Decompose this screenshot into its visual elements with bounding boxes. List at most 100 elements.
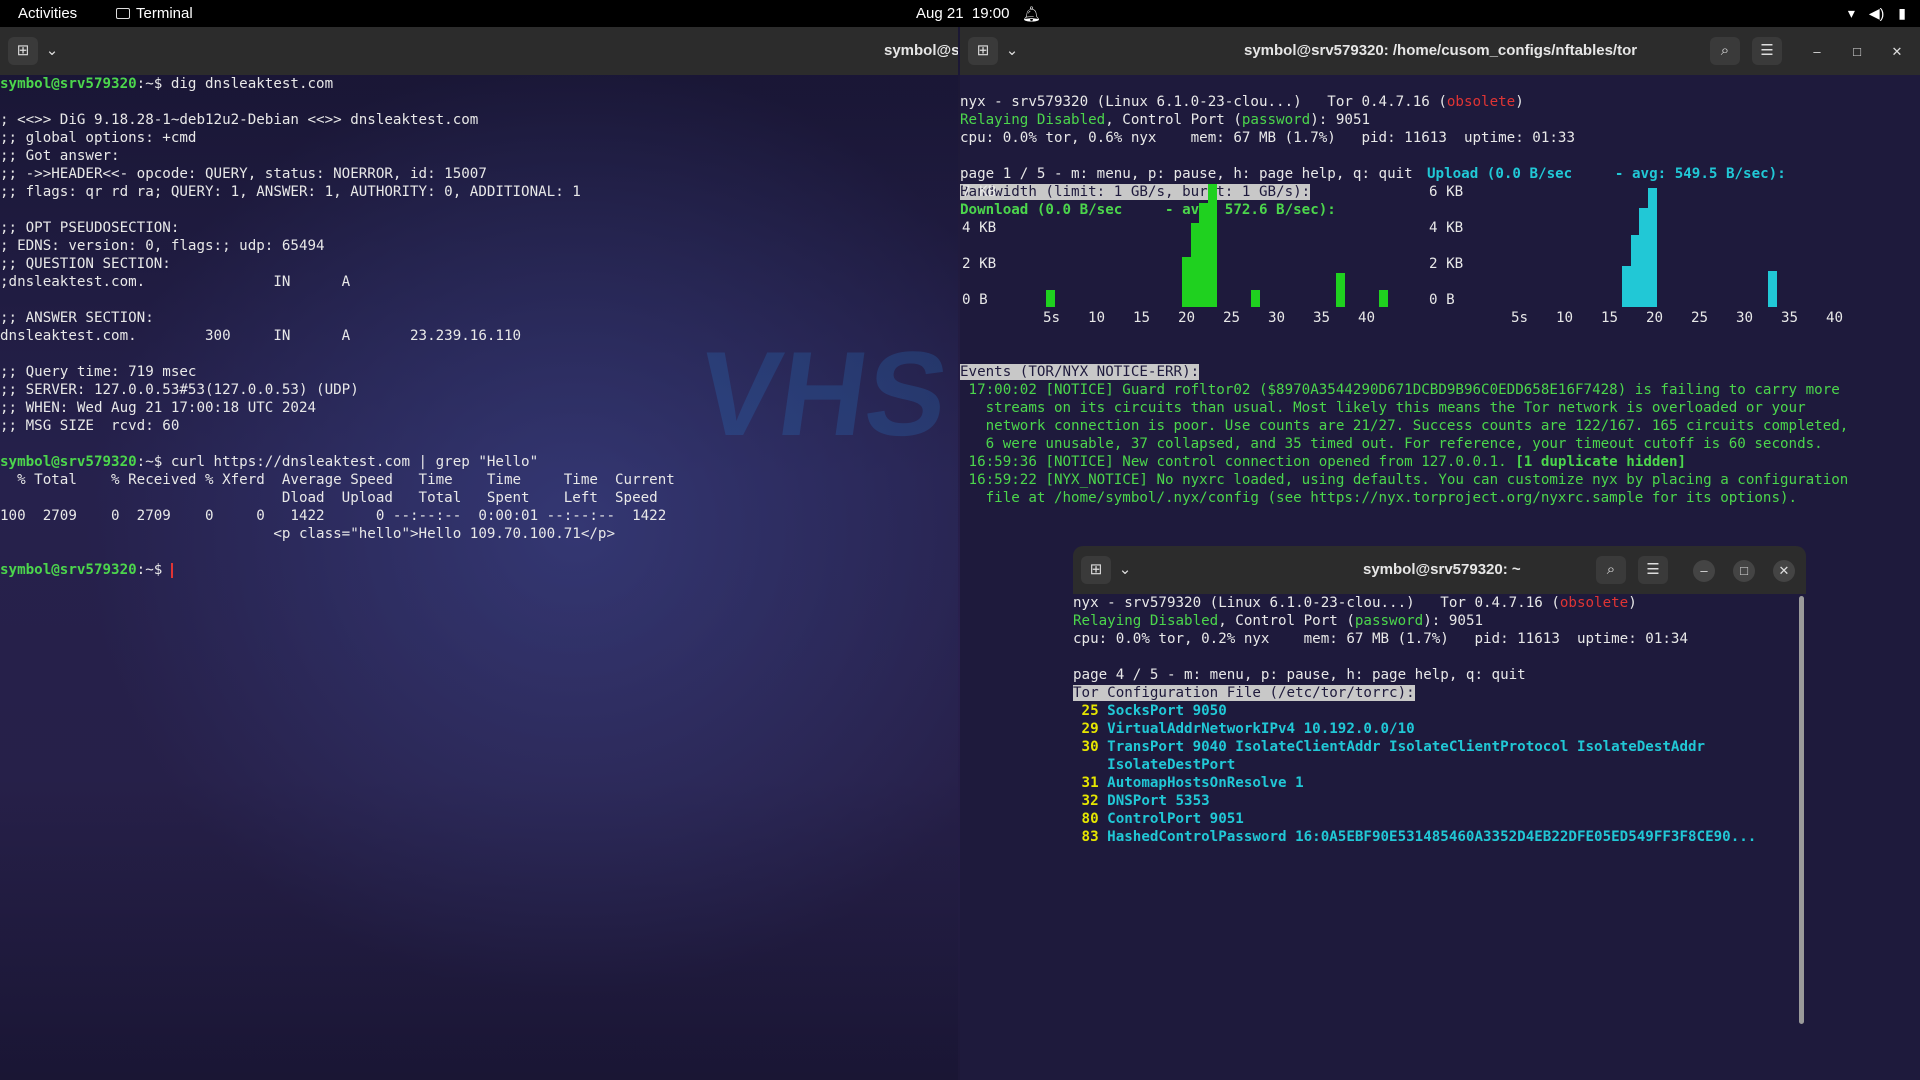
new-tab-button[interactable]: ⊞ — [1081, 556, 1111, 584]
config-line-number: 25 — [1073, 703, 1099, 719]
x-axis-label: 30 — [1268, 310, 1286, 326]
terminal-line: ;; WHEN: Wed Aug 21 17:00:18 UTC 2024 — [0, 399, 675, 417]
nyx-output: nyx - srv579320 (Linux 6.1.0-23-clou...)… — [960, 94, 1575, 218]
window-title: symbol@srv579320: /home/cusom_configs/nf… — [1244, 42, 1638, 59]
bandwidth-bar — [1207, 184, 1217, 307]
wifi-icon: ▾ — [1847, 5, 1855, 21]
download-label: Download (0.0 B/sec - avg: 572.6 B/sec): — [960, 202, 1336, 218]
config-line-number: 31 — [1073, 775, 1099, 791]
output-text: ;dnsleaktest.com. IN A — [0, 274, 351, 290]
maximize-icon[interactable]: □ — [1846, 41, 1868, 63]
search-icon[interactable]: ⌕ — [1710, 37, 1740, 65]
nyx-config-output: nyx - srv579320 (Linux 6.1.0-23-clou...)… — [1073, 594, 1756, 846]
floating-terminal-header: ⊞ ⌄ symbol@srv579320: ~ ⌕ ☰ – □ ✕ — [1073, 546, 1806, 594]
terminal-line: ;; Query time: 719 msec — [0, 363, 675, 381]
y-axis-label: 4 KB — [962, 220, 997, 236]
config-line-number: 83 — [1073, 829, 1099, 845]
page-line: page 4 / 5 - m: menu, p: pause, h: page … — [1073, 667, 1526, 683]
bell-icon[interactable]: 🔔︎ — [1022, 5, 1041, 23]
output-text: ;; global options: +cmd — [0, 130, 197, 146]
bandwidth-header: Bandwidth (limit: 1 GB/s, burst: 1 GB/s)… — [960, 184, 1311, 200]
config-entry: DNSPort 5353 — [1107, 793, 1210, 809]
y-axis-label: 7 KB — [962, 184, 997, 200]
obsolete-badge: obsolete — [1559, 595, 1629, 611]
terminal-line: ; EDNS: version: 0, flags:; udp: 65494 — [0, 237, 675, 255]
app-indicator-terminal[interactable]: Terminal — [116, 5, 193, 22]
terminal-line: % Total % Received % Xferd Average Speed… — [0, 471, 675, 489]
config-line-number: 30 — [1073, 739, 1099, 755]
floating-terminal-body[interactable]: nyx - srv579320 (Linux 6.1.0-23-clou...)… — [1073, 594, 1806, 1026]
clock[interactable]: Aug 21 19:00 — [916, 5, 1009, 22]
system-tray[interactable]: ▾ ◀) ▮ — [1848, 5, 1906, 22]
config-entry: SocksPort 9050 — [1107, 703, 1227, 719]
command-text: :~$ curl https://dnsleaktest.com | grep … — [136, 454, 539, 470]
cpu-line: cpu: 0.0% tor, 0.6% nyx mem: 67 MB (1.7%… — [960, 130, 1575, 146]
x-axis-label: 15 — [1601, 310, 1619, 326]
terminal-line: dnsleaktest.com. 300 IN A 23.239.16.110 — [0, 327, 675, 345]
x-axis-label: 40 — [1358, 310, 1376, 326]
terminal-line: symbol@srv579320:~$ dig dnsleaktest.com — [0, 75, 675, 93]
chevron-down-icon[interactable]: ⌄ — [40, 37, 64, 65]
maximize-icon[interactable]: □ — [1733, 560, 1755, 582]
page-line: page 1 / 5 - m: menu, p: pause, h: page … — [960, 166, 1413, 182]
scrollbar[interactable] — [1799, 596, 1804, 1024]
menu-icon[interactable]: ☰ — [1638, 556, 1668, 584]
output-text: ;; OPT PSEUDOSECTION: — [0, 220, 180, 236]
events-header: Events (TOR/NYX NOTICE-ERR): — [960, 364, 1200, 380]
bandwidth-bar — [1336, 273, 1346, 307]
close-icon[interactable]: ✕ — [1886, 41, 1908, 63]
minimize-icon[interactable]: – — [1806, 41, 1828, 63]
x-axis-label: 35 — [1313, 310, 1331, 326]
left-terminal-header: ⊞ ⌄ symbol@srv579320: ~ — [0, 27, 958, 75]
nyx-header: nyx - srv579320 (Linux 6.1.0-23-clou...)… — [960, 94, 1524, 110]
terminal-line: Dload Upload Total Spent Left Speed — [0, 489, 675, 507]
terminal-line: <p class="hello">Hello 109.70.100.71</p> — [0, 525, 675, 543]
x-axis-label: 5s — [1511, 310, 1529, 326]
text-span: ) — [1628, 595, 1637, 611]
close-icon[interactable]: ✕ — [1773, 560, 1795, 582]
top-bar: Activities Terminal Aug 21 19:00 🔔︎ ▾ ◀)… — [0, 0, 1920, 27]
duplicate-badge: [1 duplicate hidden] — [1515, 454, 1687, 470]
new-tab-button[interactable]: ⊞ — [968, 37, 998, 65]
y-axis-label: 0 B — [1429, 292, 1455, 308]
event-line: 17:00:02 [NOTICE] Guard rofltor02 ($8970… — [960, 382, 1840, 398]
minimize-icon[interactable]: – — [1693, 560, 1715, 582]
search-icon[interactable]: ⌕ — [1596, 556, 1626, 584]
output-text: dnsleaktest.com. 300 IN A 23.239.16.110 — [0, 328, 522, 344]
config-line-number: 29 — [1073, 721, 1099, 737]
terminal-output: symbol@srv579320:~$ dig dnsleaktest.com;… — [0, 75, 675, 579]
chevron-down-icon[interactable]: ⌄ — [1113, 556, 1137, 584]
terminal-line: ;; QUESTION SECTION: — [0, 255, 675, 273]
terminal-line: ;; MSG SIZE rcvd: 60 — [0, 417, 675, 435]
text-span: password — [1354, 613, 1424, 629]
menu-icon[interactable]: ☰ — [1752, 37, 1782, 65]
config-entry: ControlPort 9051 — [1107, 811, 1244, 827]
output-text: ;; MSG SIZE rcvd: 60 — [0, 418, 180, 434]
x-axis-label: 35 — [1781, 310, 1799, 326]
terminal-line: ;; OPT PSEUDOSECTION: — [0, 219, 675, 237]
output-text: 100 2709 0 2709 0 0 1422 0 --:--:-- 0:00… — [0, 508, 667, 524]
new-tab-button[interactable]: ⊞ — [8, 37, 38, 65]
y-axis-label: 6 KB — [1429, 184, 1464, 200]
chevron-down-icon[interactable]: ⌄ — [1000, 37, 1024, 65]
bandwidth-bar — [1378, 290, 1388, 307]
activities-button[interactable]: Activities — [18, 5, 77, 22]
terminal-line: ;; SERVER: 127.0.0.53#53(127.0.0.53) (UD… — [0, 381, 675, 399]
terminal-line: ;; global options: +cmd — [0, 129, 675, 147]
cpu-line: cpu: 0.0% tor, 0.2% nyx mem: 67 MB (1.7%… — [1073, 631, 1688, 647]
terminal-line: ;; Got answer: — [0, 147, 675, 165]
config-entry: AutomapHostsOnResolve 1 — [1107, 775, 1304, 791]
terminal-line: ;; flags: qr rd ra; QUERY: 1, ANSWER: 1,… — [0, 183, 675, 201]
prompt-user: symbol@srv579320 — [0, 454, 137, 470]
battery-icon: ▮ — [1898, 5, 1906, 21]
text-span: , Control Port ( — [1218, 613, 1355, 629]
time-label: 19:00 — [971, 5, 1010, 22]
left-terminal-body[interactable]: VHS symbol@srv579320:~$ dig dnsleaktest.… — [0, 75, 958, 1080]
x-axis-label: 10 — [1556, 310, 1574, 326]
output-text: ;; QUESTION SECTION: — [0, 256, 171, 272]
x-axis-label: 20 — [1646, 310, 1664, 326]
x-axis-label: 10 — [1088, 310, 1106, 326]
app-name: Terminal — [136, 5, 193, 22]
